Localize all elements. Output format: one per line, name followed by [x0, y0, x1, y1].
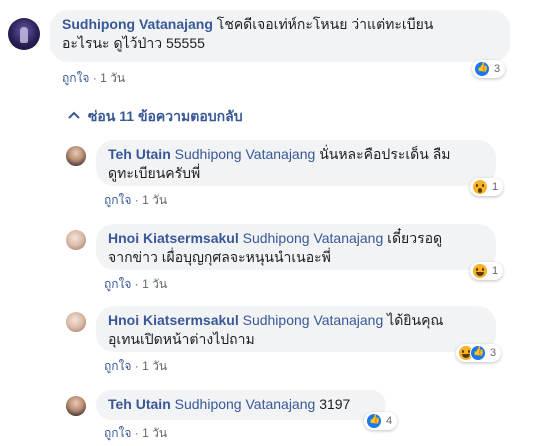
reply-text: ดูทะเบียนครับพี่ — [108, 165, 201, 181]
reaction-count: 4 — [386, 415, 393, 427]
reaction-count: 1 — [492, 181, 499, 193]
like-link[interactable]: ถูกใจ — [104, 193, 131, 207]
avatar[interactable] — [8, 18, 40, 50]
timestamp[interactable]: 1 วัน — [142, 277, 167, 291]
comment-author[interactable]: Sudhipong Vatanajang — [62, 16, 213, 32]
reply-bubble: Teh Utain Sudhipong Vatanajang 3197 — [96, 390, 386, 420]
reply-author[interactable]: Hnoi Kiatsermsakul — [108, 230, 239, 246]
reply-text: เดี๋ยวรอดู — [387, 230, 443, 246]
reaction-count: 3 — [494, 63, 501, 75]
avatar[interactable] — [66, 230, 86, 250]
reply-meta: ถูกใจ · 1 วัน — [104, 424, 167, 443]
reply-bubble: Teh Utain Sudhipong Vatanajang นั่นหละคื… — [96, 140, 496, 186]
reply-author[interactable]: Hnoi Kiatsermsakul — [108, 312, 239, 328]
comment-meta: ถูกใจ · 1 วัน — [62, 69, 125, 88]
meta-separator: · — [134, 359, 143, 373]
comment-bubble: Sudhipong Vatanajang โชคดีเจอเท่ห์กะโหนย… — [50, 10, 510, 62]
wow-icon — [472, 179, 488, 195]
reply-meta: ถูกใจ · 1 วัน — [104, 357, 167, 376]
reaction-summary[interactable]: 1 — [470, 262, 504, 280]
reaction-count: 1 — [492, 265, 499, 277]
reaction-count: 3 — [490, 347, 497, 359]
hide-replies-button[interactable]: ซ่อน 11 ข้อความตอบกลับ — [68, 106, 243, 128]
meta-separator: · — [92, 71, 101, 85]
reply-text: 3197 — [319, 396, 351, 412]
reply-text: อุเทนเปิดหน้าต่างไปถาม — [108, 331, 255, 347]
comment-text: อะไรนะ ดูไว้ป่าว 55555 — [62, 35, 205, 51]
reply-text: ได้ยินคุณ — [387, 312, 444, 328]
reply-bubble: Hnoi Kiatsermsakul Sudhipong Vatanajang … — [96, 306, 496, 352]
meta-separator: · — [134, 426, 143, 440]
like-link[interactable]: ถูกใจ — [62, 71, 89, 85]
reply-text: จากข่าว เผื่อบุญกุศลจะหนุนนำเนอะพี่ — [108, 249, 331, 265]
avatar[interactable] — [66, 396, 86, 416]
like-icon — [474, 61, 490, 77]
mention-link[interactable]: Sudhipong Vatanajang — [175, 396, 316, 412]
reply-meta: ถูกใจ · 1 วัน — [104, 275, 167, 294]
timestamp[interactable]: 1 วัน — [142, 359, 167, 373]
timestamp[interactable]: 1 วัน — [142, 426, 167, 440]
avatar[interactable] — [66, 312, 86, 332]
reply-arrow-icon — [68, 111, 80, 119]
mention-link[interactable]: Sudhipong Vatanajang — [175, 146, 316, 162]
reaction-summary[interactable]: 4 — [364, 412, 398, 430]
hide-replies-label: ซ่อน 11 ข้อความตอบกลับ — [87, 108, 243, 124]
reply-author[interactable]: Teh Utain — [108, 146, 171, 162]
reply-text: นั่นหละคือประเด็น ลืม — [319, 146, 451, 162]
timestamp[interactable]: 1 วัน — [100, 71, 125, 85]
meta-separator: · — [134, 277, 143, 291]
reaction-summary[interactable]: 1 — [470, 178, 504, 196]
reply-author[interactable]: Teh Utain — [108, 396, 171, 412]
like-link[interactable]: ถูกใจ — [104, 426, 131, 440]
comment-text: โชคดีเจอเท่ห์กะโหนย ว่าแต่ทะเบียน — [216, 16, 434, 32]
reaction-summary[interactable]: 3 — [456, 344, 502, 362]
reply-bubble: Hnoi Kiatsermsakul Sudhipong Vatanajang … — [96, 224, 496, 270]
mention-link[interactable]: Sudhipong Vatanajang — [243, 312, 384, 328]
meta-separator: · — [134, 193, 143, 207]
like-link[interactable]: ถูกใจ — [104, 359, 131, 373]
reaction-summary[interactable]: 3 — [472, 60, 506, 78]
haha-icon — [472, 263, 488, 279]
avatar[interactable] — [66, 146, 86, 166]
reply-meta: ถูกใจ · 1 วัน — [104, 191, 167, 210]
like-link[interactable]: ถูกใจ — [104, 277, 131, 291]
like-icon — [470, 345, 486, 361]
timestamp[interactable]: 1 วัน — [142, 193, 167, 207]
mention-link[interactable]: Sudhipong Vatanajang — [243, 230, 384, 246]
like-icon — [366, 413, 382, 429]
